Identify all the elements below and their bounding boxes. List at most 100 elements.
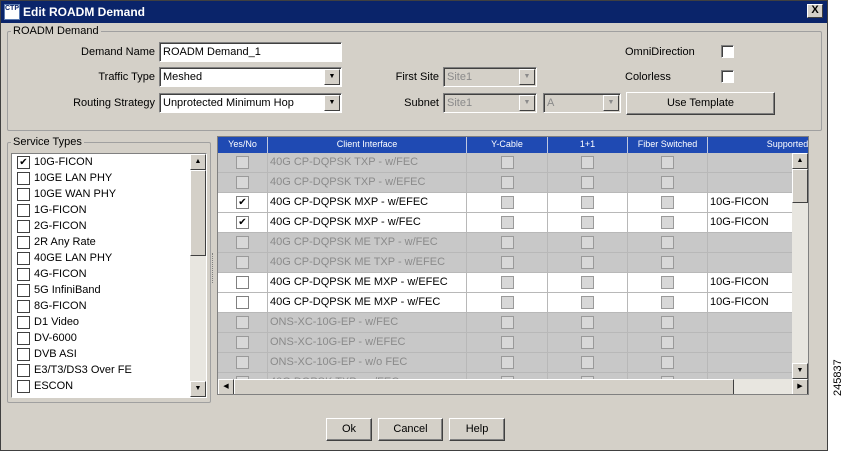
scroll-down-icon[interactable]: ▼ (190, 381, 206, 397)
scroll-thumb[interactable] (792, 169, 808, 203)
service-type-checkbox[interactable] (17, 236, 30, 249)
yes-no-checkbox[interactable] (236, 356, 249, 369)
service-type-checkbox[interactable] (17, 364, 30, 377)
yes-no-checkbox[interactable]: ✔ (236, 196, 249, 209)
one-plus-one-checkbox[interactable] (581, 216, 594, 229)
one-plus-one-checkbox[interactable] (581, 156, 594, 169)
fiber-switched-checkbox[interactable] (661, 256, 674, 269)
close-button[interactable]: X (807, 4, 823, 18)
demand-name-input[interactable]: ROADM Demand_1 (159, 42, 342, 62)
chevron-down-icon[interactable]: ▼ (324, 95, 340, 111)
service-types-scrollbar[interactable]: ▲ ▼ (190, 154, 206, 397)
scroll-right-icon[interactable]: ▶ (792, 379, 808, 394)
column-header-client-interface[interactable]: Client Interface (268, 137, 467, 153)
column-header-y-cable[interactable]: Y-Cable (467, 137, 548, 153)
service-type-item[interactable]: 1G-FICON (14, 203, 194, 219)
service-type-item[interactable]: 2R Any Rate (14, 235, 194, 251)
use-template-button[interactable]: Use Template (626, 92, 775, 115)
table-row[interactable]: 40G CP-DQPSK ME MXP - w/EFEC 10G-FICON (218, 273, 808, 293)
scroll-left-icon[interactable]: ◀ (218, 379, 234, 394)
service-type-item[interactable]: E3/T3/DS3 Over FE (14, 363, 194, 379)
y-cable-checkbox[interactable] (501, 196, 514, 209)
service-type-checkbox[interactable] (17, 172, 30, 185)
scroll-up-icon[interactable]: ▲ (190, 154, 206, 170)
service-type-item[interactable]: ✔ 10G-FICON (14, 155, 194, 171)
y-cable-checkbox[interactable] (501, 356, 514, 369)
one-plus-one-checkbox[interactable] (581, 196, 594, 209)
one-plus-one-checkbox[interactable] (581, 336, 594, 349)
fiber-switched-checkbox[interactable] (661, 176, 674, 189)
service-type-item[interactable]: 10GE WAN PHY (14, 187, 194, 203)
ok-button[interactable]: Ok (326, 418, 372, 441)
service-type-item[interactable]: DVB ASI (14, 347, 194, 363)
splitter-handle[interactable] (212, 253, 215, 283)
y-cable-checkbox[interactable] (501, 156, 514, 169)
y-cable-checkbox[interactable] (501, 256, 514, 269)
help-button[interactable]: Help (449, 418, 505, 441)
y-cable-checkbox[interactable] (501, 236, 514, 249)
column-header-fiber-switched[interactable]: Fiber Switched (628, 137, 708, 153)
column-header-yes-no[interactable]: Yes/No (218, 137, 268, 153)
colorless-checkbox[interactable] (721, 70, 734, 83)
service-type-item[interactable]: DV-6000 (14, 331, 194, 347)
service-type-item[interactable]: 8G-FICON (14, 299, 194, 315)
y-cable-checkbox[interactable] (501, 336, 514, 349)
y-cable-checkbox[interactable] (501, 276, 514, 289)
service-type-checkbox[interactable] (17, 380, 30, 393)
table-row[interactable]: 40G CP-DQPSK ME MXP - w/FEC 10G-FICON (218, 293, 808, 313)
service-type-checkbox[interactable] (17, 348, 30, 361)
table-row[interactable]: ONS-XC-10G-EP - w/o FEC (218, 353, 808, 373)
service-type-item[interactable]: 2G-FICON (14, 219, 194, 235)
table-row[interactable]: ONS-XC-10G-EP - w/EFEC (218, 333, 808, 353)
yes-no-checkbox[interactable] (236, 256, 249, 269)
routing-strategy-select[interactable]: Unprotected Minimum Hop ▼ (159, 93, 342, 113)
scroll-thumb[interactable] (234, 379, 734, 394)
fiber-switched-checkbox[interactable] (661, 296, 674, 309)
service-type-checkbox[interactable] (17, 268, 30, 281)
table-row[interactable]: 40G CP-DQPSK TXP - w/EFEC (218, 173, 808, 193)
service-type-checkbox[interactable] (17, 220, 30, 233)
table-row[interactable]: 40G CP-DQPSK TXP - w/FEC (218, 153, 808, 173)
yes-no-checkbox[interactable] (236, 276, 249, 289)
table-row[interactable]: ✔ 40G CP-DQPSK MXP - w/FEC 10G-FICON (218, 213, 808, 233)
service-type-item[interactable]: ESCON (14, 379, 194, 395)
chevron-down-icon[interactable]: ▼ (324, 69, 340, 85)
table-row[interactable]: ONS-XC-10G-EP - w/FEC (218, 313, 808, 333)
one-plus-one-checkbox[interactable] (581, 236, 594, 249)
service-type-checkbox[interactable] (17, 332, 30, 345)
yes-no-checkbox[interactable] (236, 336, 249, 349)
yes-no-checkbox[interactable] (236, 156, 249, 169)
service-type-checkbox[interactable] (17, 300, 30, 313)
table-vertical-scrollbar[interactable]: ▲ ▼ (792, 153, 808, 379)
fiber-switched-checkbox[interactable] (661, 356, 674, 369)
table-row[interactable]: ✔ 40G CP-DQPSK MXP - w/EFEC 10G-FICON (218, 193, 808, 213)
table-horizontal-scrollbar[interactable]: ◀ ▶ (218, 379, 808, 394)
one-plus-one-checkbox[interactable] (581, 256, 594, 269)
y-cable-checkbox[interactable] (501, 176, 514, 189)
scroll-thumb[interactable] (190, 170, 206, 256)
fiber-switched-checkbox[interactable] (661, 156, 674, 169)
yes-no-checkbox[interactable] (236, 316, 249, 329)
table-row[interactable]: 40G CP-DQPSK ME TXP - w/EFEC (218, 253, 808, 273)
service-type-checkbox[interactable] (17, 188, 30, 201)
fiber-switched-checkbox[interactable] (661, 276, 674, 289)
y-cable-checkbox[interactable] (501, 216, 514, 229)
fiber-switched-checkbox[interactable] (661, 236, 674, 249)
fiber-switched-checkbox[interactable] (661, 216, 674, 229)
fiber-switched-checkbox[interactable] (661, 336, 674, 349)
service-type-checkbox[interactable] (17, 204, 30, 217)
service-type-item[interactable]: 5G InfiniBand (14, 283, 194, 299)
y-cable-checkbox[interactable] (501, 316, 514, 329)
service-type-item[interactable]: 4G-FICON (14, 267, 194, 283)
one-plus-one-checkbox[interactable] (581, 176, 594, 189)
yes-no-checkbox[interactable] (236, 236, 249, 249)
one-plus-one-checkbox[interactable] (581, 276, 594, 289)
y-cable-checkbox[interactable] (501, 296, 514, 309)
service-type-checkbox[interactable] (17, 316, 30, 329)
column-header-one-plus-one[interactable]: 1+1 (548, 137, 628, 153)
fiber-switched-checkbox[interactable] (661, 316, 674, 329)
fiber-switched-checkbox[interactable] (661, 196, 674, 209)
service-type-item[interactable]: D1 Video (14, 315, 194, 331)
table-row[interactable]: 40G CP-DQPSK ME TXP - w/FEC (218, 233, 808, 253)
scroll-down-icon[interactable]: ▼ (792, 363, 808, 379)
